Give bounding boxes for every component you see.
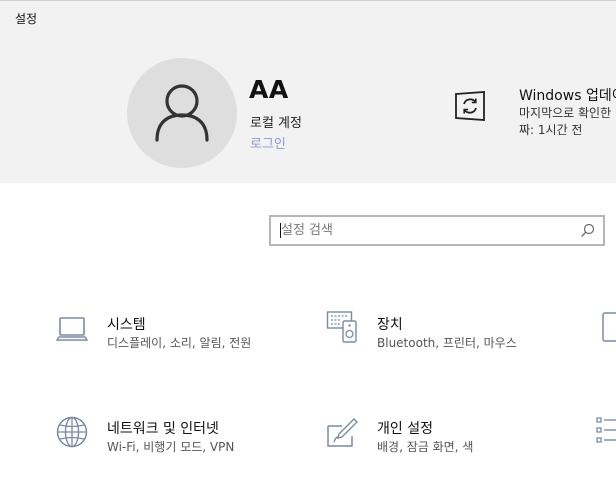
account-name: AA — [249, 75, 289, 104]
pen-tablet-icon — [327, 418, 358, 447]
tile-network-desc: Wi-Fi, 비행기 모드, VPN — [107, 440, 235, 454]
windows-update-status-line1: 마지막으로 확인한 — [519, 106, 612, 120]
phone-icon[interactable] — [602, 312, 616, 342]
tile-network[interactable]: 네트워크 및 인터넷 Wi-Fi, 비행기 모드, VPN — [56, 416, 296, 462]
windows-update-status-line2: 짜: 1시간 전 — [519, 123, 583, 137]
tile-system-title: 시스템 — [107, 317, 146, 333]
windows-update-status: 마지막으로 확인한 짜: 1시간 전 — [519, 105, 611, 139]
tile-devices-desc: Bluetooth, 프린터, 마우스 — [377, 336, 517, 350]
windows-update-title[interactable]: Windows 업데이트 — [519, 85, 616, 105]
tile-devices-title: 장치 — [377, 317, 403, 333]
avatar[interactable] — [127, 58, 237, 168]
windows-update-icon[interactable] — [454, 90, 486, 122]
tile-personalization[interactable]: 개인 설정 배경, 잠금 화면, 색 — [326, 416, 546, 462]
account-header: AA 로컬 계정 로그인 Windows 업데이트 마지막으로 확인한 짜: 1… — [0, 30, 616, 183]
login-link[interactable]: 로그인 — [250, 133, 286, 152]
search-input[interactable] — [271, 217, 571, 244]
search-box[interactable] — [269, 215, 605, 246]
search-icon[interactable] — [580, 223, 595, 238]
tile-network-title: 네트워크 및 인터넷 — [107, 421, 219, 437]
title-bar: 설정 — [0, 0, 616, 30]
account-type: 로컬 계정 — [250, 116, 302, 131]
user-icon — [155, 84, 209, 142]
tile-system[interactable]: 시스템 디스플레이, 소리, 알림, 전원 — [56, 312, 276, 356]
window-title: 설정 — [15, 12, 38, 26]
tile-system-desc: 디스플레이, 소리, 알림, 전원 — [107, 336, 252, 350]
tile-personalization-desc: 배경, 잠금 화면, 색 — [377, 440, 474, 454]
tile-devices[interactable]: 장치 Bluetooth, 프린터, 마우스 — [326, 310, 546, 356]
globe-icon — [56, 416, 88, 448]
text-caret — [280, 223, 281, 238]
laptop-icon — [56, 317, 88, 341]
devices-icon — [326, 311, 357, 343]
tile-personalization-title: 개인 설정 — [377, 421, 433, 437]
apps-list-icon[interactable] — [596, 416, 616, 448]
